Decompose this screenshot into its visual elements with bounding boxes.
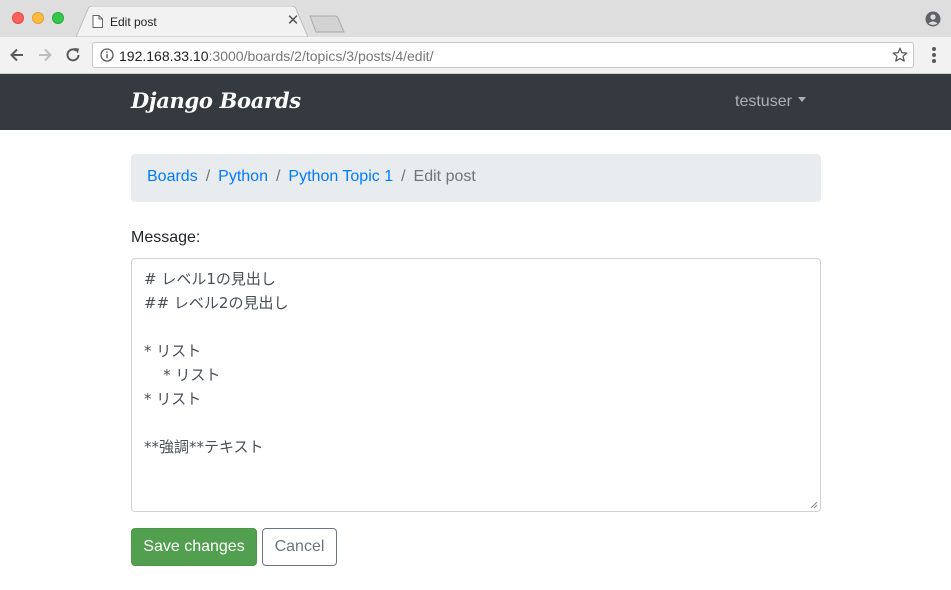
browser-titlebar: Edit post ✕ bbox=[0, 0, 951, 37]
browser-menu-icon[interactable] bbox=[931, 47, 937, 63]
new-tab-button[interactable] bbox=[309, 15, 345, 33]
minimize-window-button[interactable] bbox=[32, 12, 44, 24]
back-arrow-icon[interactable] bbox=[8, 46, 26, 64]
cancel-button[interactable]: Cancel bbox=[262, 528, 337, 566]
profile-icon[interactable] bbox=[925, 11, 941, 27]
breadcrumb-current: Edit post bbox=[413, 168, 476, 185]
message-line bbox=[144, 411, 808, 435]
message-line: * リスト bbox=[144, 366, 221, 384]
breadcrumb-boards-link[interactable]: Boards bbox=[147, 168, 198, 185]
page-icon bbox=[92, 15, 103, 28]
bookmark-star-icon[interactable] bbox=[892, 47, 908, 63]
url-text: 192.168.33.10:3000/boards/2/topics/3/pos… bbox=[119, 48, 433, 64]
breadcrumb-separator: / bbox=[275, 168, 281, 185]
brand-logo[interactable]: Django Boards bbox=[131, 88, 301, 113]
breadcrumb-topic-link[interactable]: Python Topic 1 bbox=[288, 168, 393, 185]
message-line: # レベル1の見出し bbox=[144, 270, 276, 288]
caret-down-icon bbox=[797, 97, 806, 103]
url-path: :3000/boards/2/topics/3/posts/4/edit/ bbox=[208, 48, 434, 64]
address-bar[interactable]: 192.168.33.10:3000/boards/2/topics/3/pos… bbox=[92, 42, 914, 68]
tab-close-icon[interactable]: ✕ bbox=[285, 13, 301, 29]
message-line: ## レベル2の見出し bbox=[144, 294, 289, 312]
message-label: Message: bbox=[131, 229, 201, 246]
user-dropdown[interactable]: testuser bbox=[735, 93, 806, 111]
breadcrumb-board-link[interactable]: Python bbox=[218, 168, 268, 185]
zoom-window-button[interactable] bbox=[52, 12, 64, 24]
message-textarea[interactable]: # レベル1の見出し ## レベル2の見出し * リスト * リスト * リスト… bbox=[131, 258, 821, 512]
username: testuser bbox=[735, 93, 792, 110]
breadcrumb-separator: / bbox=[205, 168, 211, 185]
save-changes-button[interactable]: Save changes bbox=[131, 528, 257, 566]
close-window-button[interactable] bbox=[12, 12, 24, 24]
site-navbar: Django Boards testuser bbox=[0, 74, 951, 130]
info-icon[interactable] bbox=[100, 48, 114, 62]
message-line: * リスト bbox=[144, 390, 202, 408]
message-line bbox=[144, 315, 808, 339]
browser-toolbar: 192.168.33.10:3000/boards/2/topics/3/pos… bbox=[0, 37, 951, 74]
reload-icon[interactable] bbox=[64, 46, 82, 64]
browser-tab[interactable]: Edit post ✕ bbox=[76, 6, 308, 37]
url-host: 192.168.33.10 bbox=[119, 48, 209, 64]
breadcrumb-separator: / bbox=[401, 168, 406, 185]
tab-title: Edit post bbox=[110, 15, 157, 29]
message-line: * リスト bbox=[144, 342, 202, 360]
breadcrumb: Boards / Python / Python Topic 1 / Edit post bbox=[131, 154, 821, 202]
resize-grip-icon[interactable] bbox=[810, 501, 818, 509]
message-line: **強調**テキスト bbox=[144, 438, 264, 456]
forward-arrow-icon[interactable] bbox=[36, 46, 54, 64]
